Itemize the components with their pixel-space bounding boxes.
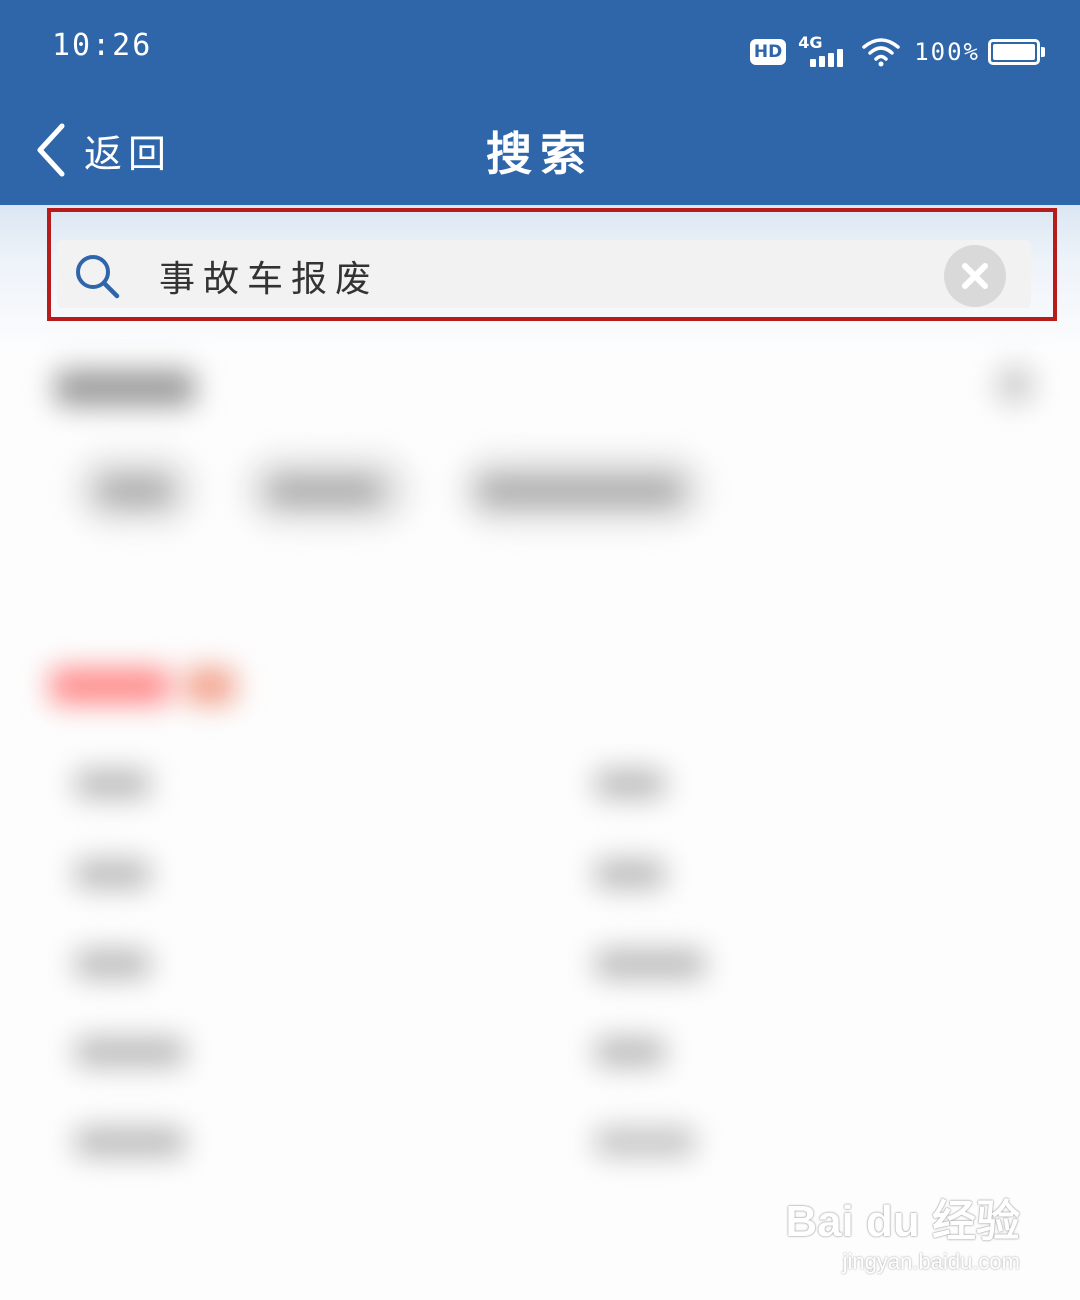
search-input[interactable]: 事故车报废 [57,240,1031,308]
watermark-url: jingyan.baidu.com [842,1249,1020,1274]
watermark: Bai du 经验 jingyan.baidu.com [785,1185,1020,1275]
page-title: 搜索 [486,127,594,181]
network-type: 4G [798,33,823,52]
battery-icon [988,39,1045,65]
wifi-icon [862,38,900,67]
watermark-brand: Bai du 经验 [785,1197,1020,1246]
status-time: 10:26 [52,28,153,63]
status-icons: HD 4G 100% [749,33,1045,70]
battery-percent: 100% [914,38,980,66]
search-query: 事故车报废 [159,259,380,300]
blurred-content [0,330,1080,1230]
signal-icon: 4G [798,33,848,69]
close-icon [962,263,988,289]
clear-button[interactable] [944,245,1006,307]
search-icon [76,255,120,299]
hd-badge: HD [749,39,787,65]
